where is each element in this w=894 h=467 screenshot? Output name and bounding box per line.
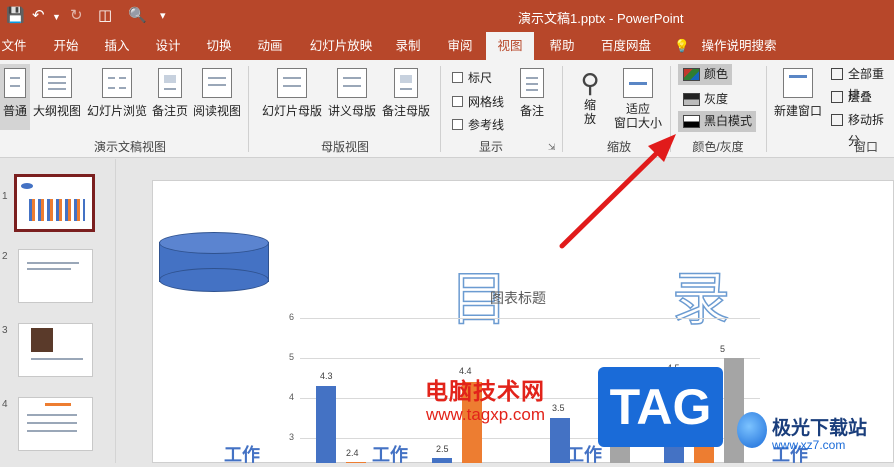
red-arrow-annotation	[559, 134, 676, 249]
